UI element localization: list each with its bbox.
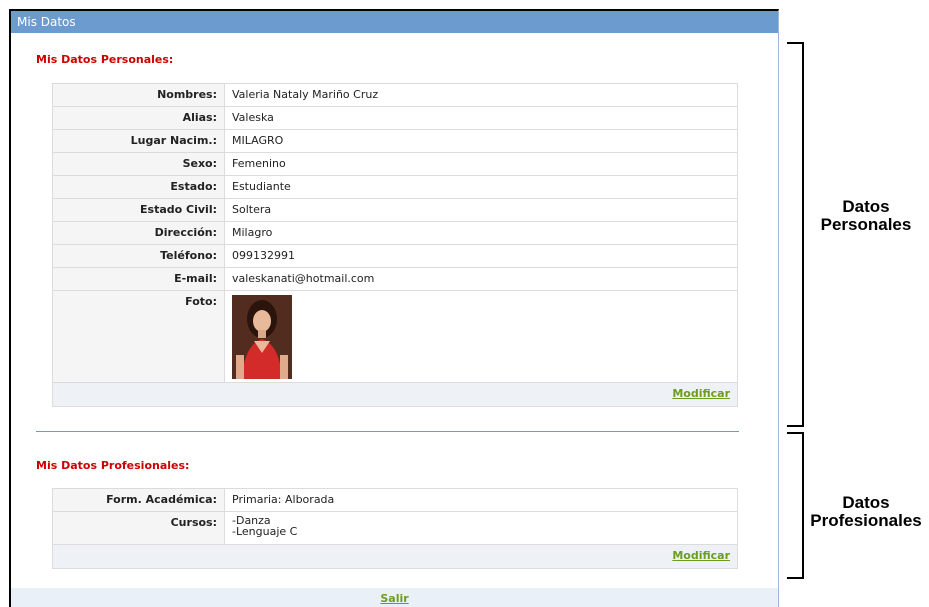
field-label: Form. Académica: bbox=[52, 488, 225, 512]
table-row: Cursos: -Danza -Lenguaje C bbox=[52, 511, 738, 545]
field-label: Estado: bbox=[52, 175, 225, 199]
table-row: E-mail: valeskanati@hotmail.com bbox=[52, 267, 738, 291]
annotation-line: Personales bbox=[820, 215, 912, 234]
table-row: Teléfono: 099132991 bbox=[52, 244, 738, 268]
table-row: Foto: bbox=[52, 290, 738, 383]
table-footer-row: Modificar bbox=[52, 382, 738, 407]
field-value: Valeria Nataly Mariño Cruz bbox=[224, 83, 738, 107]
field-label: Foto: bbox=[52, 290, 225, 383]
field-value: MILAGRO bbox=[224, 129, 738, 153]
field-label: Teléfono: bbox=[52, 244, 225, 268]
modify-personal-link[interactable]: Modificar bbox=[672, 387, 730, 400]
table-row: Nombres: Valeria Nataly Mariño Cruz bbox=[52, 83, 738, 107]
table-row: Alias: Valeska bbox=[52, 106, 738, 130]
modify-professional-link[interactable]: Modificar bbox=[672, 549, 730, 562]
field-value: 099132991 bbox=[224, 244, 738, 268]
table-row: Form. Académica: Primaria: Alborada bbox=[52, 488, 738, 512]
field-label: Lugar Nacim.: bbox=[52, 129, 225, 153]
field-label: Cursos: bbox=[52, 511, 225, 545]
field-label: Alias: bbox=[52, 106, 225, 130]
section-divider bbox=[36, 431, 739, 432]
field-value: Milagro bbox=[224, 221, 738, 245]
annotation-line: Datos bbox=[842, 494, 890, 512]
table-row: Sexo: Femenino bbox=[52, 152, 738, 176]
table-row: Estado Civil: Soltera bbox=[52, 198, 738, 222]
panel-header: Mis Datos bbox=[11, 11, 778, 33]
course-item: -Danza bbox=[232, 514, 271, 527]
professional-data-table: Form. Académica: Primaria: Alborada Curso… bbox=[52, 488, 738, 569]
field-label: Estado Civil: bbox=[52, 198, 225, 222]
field-value: Primaria: Alborada bbox=[224, 488, 738, 512]
personal-bracket bbox=[787, 42, 804, 427]
professional-section-title: Mis Datos Profesionales: bbox=[36, 459, 190, 472]
exit-link[interactable]: Salir bbox=[380, 592, 408, 605]
footer-cell: Modificar bbox=[52, 382, 738, 407]
annotation-line: Datos bbox=[842, 197, 890, 216]
table-row: Dirección: Milagro bbox=[52, 221, 738, 245]
annotation-line: Profesionales bbox=[810, 511, 922, 530]
field-value: Soltera bbox=[224, 198, 738, 222]
panel-footer: Salir bbox=[11, 588, 778, 607]
personal-annotation: Datos Personales bbox=[803, 198, 929, 234]
profile-photo bbox=[232, 295, 292, 379]
footer-cell: Modificar bbox=[52, 544, 738, 569]
field-value: valeskanati@hotmail.com bbox=[224, 267, 738, 291]
field-value: Estudiante bbox=[224, 175, 738, 199]
table-row: Estado: Estudiante bbox=[52, 175, 738, 199]
field-label: Nombres: bbox=[52, 83, 225, 107]
field-value: Valeska bbox=[224, 106, 738, 130]
mis-datos-panel: Mis Datos Mis Datos Personales: Nombres:… bbox=[9, 9, 779, 607]
field-label: Sexo: bbox=[52, 152, 225, 176]
photo-cell bbox=[224, 290, 738, 383]
personal-data-table: Nombres: Valeria Nataly Mariño Cruz Alias… bbox=[52, 83, 738, 407]
field-label: Dirección: bbox=[52, 221, 225, 245]
professional-bracket bbox=[787, 432, 804, 579]
personal-section-title: Mis Datos Personales: bbox=[36, 53, 174, 66]
courses-cell: -Danza -Lenguaje C bbox=[224, 511, 738, 545]
professional-annotation: Datos Profesionales bbox=[803, 494, 929, 530]
field-label: E-mail: bbox=[52, 267, 225, 291]
table-footer-row: Modificar bbox=[52, 544, 738, 569]
course-item: -Lenguaje C bbox=[232, 525, 298, 538]
field-value: Femenino bbox=[224, 152, 738, 176]
table-row: Lugar Nacim.: MILAGRO bbox=[52, 129, 738, 153]
